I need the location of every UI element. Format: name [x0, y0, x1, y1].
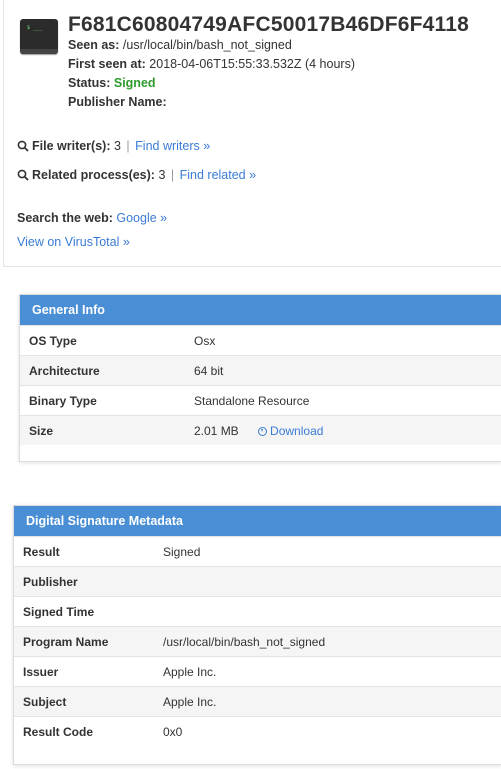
general-info-title: General Info: [20, 295, 501, 325]
table-row: Result Code 0x0: [14, 716, 501, 746]
publisher-label: Publisher Name:: [68, 95, 167, 109]
row-value: [163, 566, 501, 597]
publisher-line: Publisher Name:: [68, 95, 167, 109]
first-seen-line: First seen at: 2018-04-06T15:55:33.532Z …: [68, 57, 355, 71]
size-value: 2.01 MB: [194, 423, 239, 438]
file-writers-count: 3: [113, 139, 121, 153]
table-row: Signed Time: [14, 596, 501, 627]
virustotal-line: View on VirusTotal »: [17, 235, 130, 249]
related-processes-label: Related process(es):: [32, 168, 155, 182]
table-row: Result Signed: [14, 536, 501, 567]
search-icon: [17, 169, 29, 184]
table-row: Publisher: [14, 566, 501, 597]
related-processes-count: 3: [158, 168, 166, 182]
general-info-panel: General Info OS Type Osx Architecture 64…: [19, 294, 501, 462]
row-value: Signed: [163, 536, 501, 567]
file-writers-label: File writer(s):: [32, 139, 111, 153]
download-label: Download: [270, 423, 324, 438]
table-row: Binary Type Standalone Resource: [20, 385, 501, 416]
download-icon: [258, 426, 268, 436]
seen-as-label: Seen as:: [68, 38, 120, 52]
table-row: Architecture 64 bit: [20, 355, 501, 386]
row-key: Signed Time: [14, 596, 163, 627]
find-related-link[interactable]: Find related »: [180, 168, 256, 182]
terminal-icon: $ ___: [20, 19, 58, 54]
row-value: 0x0: [163, 716, 501, 746]
signature-panel: Digital Signature Metadata Result Signed…: [13, 505, 501, 765]
general-info-table: OS Type Osx Architecture 64 bit Binary T…: [20, 325, 501, 445]
find-writers-link[interactable]: Find writers »: [135, 139, 210, 153]
separator: |: [126, 139, 130, 153]
row-key: OS Type: [20, 325, 194, 356]
row-key: Issuer: [14, 656, 163, 687]
search-web-label: Search the web:: [17, 211, 113, 225]
virustotal-link[interactable]: View on VirusTotal »: [17, 235, 130, 249]
row-value: Standalone Resource: [194, 385, 501, 416]
table-row: Program Name /usr/local/bin/bash_not_sig…: [14, 626, 501, 657]
row-value: /usr/local/bin/bash_not_signed: [163, 626, 501, 657]
row-value: Osx: [194, 325, 501, 356]
seen-as-value: /usr/local/bin/bash_not_signed: [122, 38, 292, 52]
file-summary-card: $ ___ F681C60804749AFC50017B46DF6F4118 S…: [3, 0, 501, 267]
file-hash-title: F681C60804749AFC50017B46DF6F4118: [68, 13, 470, 36]
row-key: Program Name: [14, 626, 163, 657]
signature-table: Result Signed Publisher Signed Time Prog…: [14, 536, 501, 746]
first-seen-label: First seen at:: [68, 57, 146, 71]
status-line: Status: Signed: [68, 76, 156, 90]
row-value: 64 bit: [194, 355, 501, 386]
seen-as-line: Seen as: /usr/local/bin/bash_not_signed: [68, 38, 292, 52]
row-key: Size: [20, 415, 194, 445]
row-key: Binary Type: [20, 385, 194, 416]
table-row: Subject Apple Inc.: [14, 686, 501, 717]
related-processes-line: Related process(es): 3 | Find related »: [17, 168, 256, 184]
row-value: 2.01 MB Download: [194, 415, 501, 445]
status-label: Status:: [68, 76, 111, 90]
row-key: Result: [14, 536, 163, 567]
row-value: Apple Inc.: [163, 686, 501, 717]
signature-title: Digital Signature Metadata: [14, 506, 501, 536]
row-key: Publisher: [14, 566, 163, 597]
search-icon: [17, 140, 29, 155]
table-row: Size 2.01 MB Download: [20, 415, 501, 445]
separator: |: [170, 168, 175, 182]
row-key: Subject: [14, 686, 163, 717]
file-writers-line: File writer(s): 3 | Find writers »: [17, 139, 210, 155]
status-badge: Signed: [113, 76, 156, 90]
table-row: OS Type Osx: [20, 325, 501, 356]
table-row: Issuer Apple Inc.: [14, 656, 501, 687]
row-value: Apple Inc.: [163, 656, 501, 687]
row-key: Architecture: [20, 355, 194, 386]
row-key: Result Code: [14, 716, 163, 746]
first-seen-value: 2018-04-06T15:55:33.532Z (4 hours): [149, 57, 355, 71]
download-link[interactable]: Download: [258, 424, 323, 438]
google-search-link[interactable]: Google »: [116, 211, 167, 225]
terminal-prompt: $ ___: [27, 25, 43, 31]
row-value: [163, 596, 501, 627]
search-web-line: Search the web: Google »: [17, 211, 167, 225]
